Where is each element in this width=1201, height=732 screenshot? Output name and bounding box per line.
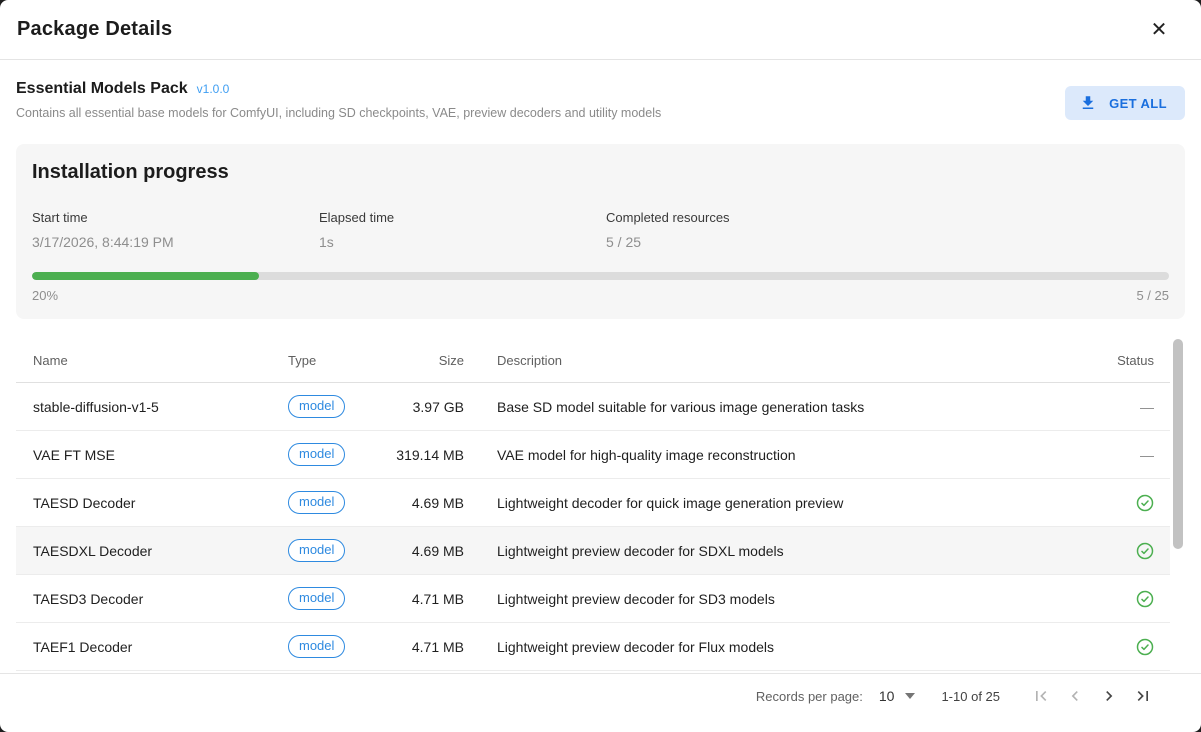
row-size: 4.69 MB <box>388 495 464 511</box>
row-size: 4.71 MB <box>388 639 464 655</box>
row-description: Lightweight preview decoder for SDXL mod… <box>464 543 1106 559</box>
status-pending-dash: — <box>1140 399 1154 415</box>
row-size: 4.71 MB <box>388 591 464 607</box>
stat-value: 3/17/2026, 8:44:19 PM <box>32 234 319 250</box>
table-row[interactable]: TAESD3 Decoder model 4.71 MB Lightweight… <box>16 575 1170 623</box>
row-size: 3.97 GB <box>388 399 464 415</box>
row-description: Lightweight preview decoder for Flux mod… <box>464 639 1106 655</box>
stat-label: Completed resources <box>606 210 893 225</box>
status-done-icon <box>1136 542 1154 560</box>
row-description: Lightweight decoder for quick image gene… <box>464 495 1106 511</box>
status-pending-dash: — <box>1140 447 1154 463</box>
resources-table: Name Type Size Description Status stable… <box>16 338 1185 673</box>
row-name: VAE FT MSE <box>16 447 288 463</box>
table-header-row: Name Type Size Description Status <box>16 338 1170 383</box>
row-description: Lightweight preview decoder for SD3 mode… <box>464 591 1106 607</box>
stat-value: 5 / 25 <box>606 234 893 250</box>
first-page-icon <box>1031 686 1051 706</box>
row-status: — <box>1106 447 1170 463</box>
row-status: — <box>1106 590 1170 608</box>
next-page-button[interactable] <box>1092 679 1126 713</box>
records-per-page-label: Records per page: <box>756 689 863 704</box>
get-all-label: GET ALL <box>1109 96 1167 111</box>
table-row[interactable]: TAEF1 Decoder model 4.71 MB Lightweight … <box>16 623 1170 671</box>
row-name: TAEF1 Decoder <box>16 639 288 655</box>
column-header-description: Description <box>464 353 1106 368</box>
type-chip: model <box>288 635 345 659</box>
package-version-badge: v1.0.0 <box>197 82 230 96</box>
row-name: TAESD3 Decoder <box>16 591 288 607</box>
type-chip: model <box>288 587 345 611</box>
row-description: VAE model for high-quality image reconst… <box>464 447 1106 463</box>
progress-bar <box>32 272 1169 280</box>
modal-header: Package Details ✕ <box>0 0 1201 60</box>
column-header-status: Status <box>1106 353 1170 368</box>
type-chip: model <box>288 443 345 467</box>
row-status: — <box>1106 494 1170 512</box>
first-page-button[interactable] <box>1024 679 1058 713</box>
row-name: TAESD Decoder <box>16 495 288 511</box>
row-size: 319.14 MB <box>388 447 464 463</box>
stat-label: Start time <box>32 210 319 225</box>
row-status: — <box>1106 399 1170 415</box>
status-done-icon <box>1136 638 1154 656</box>
progress-count-label: 5 / 25 <box>1136 288 1169 303</box>
row-size: 4.69 MB <box>388 543 464 559</box>
records-per-page-select[interactable]: 10 <box>879 688 916 704</box>
stat-label: Elapsed time <box>319 210 606 225</box>
close-icon: ✕ <box>1151 20 1168 40</box>
type-chip: model <box>288 395 345 419</box>
row-name: stable-diffusion-v1-5 <box>16 399 288 415</box>
last-page-button[interactable] <box>1126 679 1160 713</box>
progress-stats: Start time 3/17/2026, 8:44:19 PM Elapsed… <box>32 210 1169 250</box>
package-details-modal: Package Details ✕ Essential Models Pack … <box>0 0 1201 732</box>
package-name: Essential Models Pack <box>16 80 188 98</box>
progress-bar-fill <box>32 272 259 280</box>
row-name: TAESDXL Decoder <box>16 543 288 559</box>
pagination-bar: Records per page: 10 1-10 of 25 <box>0 673 1201 732</box>
chevron-down-icon <box>905 693 915 699</box>
page-range-label: 1-10 of 25 <box>941 689 1000 704</box>
download-icon <box>1079 94 1097 112</box>
package-description: Contains all essential base models for C… <box>16 106 1185 120</box>
column-header-name: Name <box>16 353 288 368</box>
chevron-right-icon <box>1099 686 1119 706</box>
chevron-left-icon <box>1065 686 1085 706</box>
table-body: stable-diffusion-v1-5 model 3.97 GB Base… <box>16 383 1170 671</box>
column-header-size: Size <box>388 353 464 368</box>
table-row[interactable]: VAE FT MSE model 319.14 MB VAE model for… <box>16 431 1170 479</box>
stat-start-time: Start time 3/17/2026, 8:44:19 PM <box>32 210 319 250</box>
installation-progress-panel: Installation progress Start time 3/17/20… <box>16 144 1185 319</box>
column-header-type: Type <box>288 353 388 368</box>
row-status: — <box>1106 542 1170 560</box>
status-done-icon <box>1136 494 1154 512</box>
table-row[interactable]: TAESD Decoder model 4.69 MB Lightweight … <box>16 479 1170 527</box>
last-page-icon <box>1133 686 1153 706</box>
row-description: Base SD model suitable for various image… <box>464 399 1106 415</box>
table-row[interactable]: stable-diffusion-v1-5 model 3.97 GB Base… <box>16 383 1170 431</box>
package-info-section: Essential Models Pack v1.0.0 Contains al… <box>0 60 1201 144</box>
vertical-scrollbar-thumb[interactable] <box>1173 339 1183 549</box>
page-size-value: 10 <box>879 688 895 704</box>
type-chip: model <box>288 539 345 563</box>
page-title: Package Details <box>17 18 172 41</box>
row-status: — <box>1106 638 1170 656</box>
previous-page-button[interactable] <box>1058 679 1092 713</box>
progress-percent-label: 20% <box>32 288 58 303</box>
stat-completed-resources: Completed resources 5 / 25 <box>606 210 893 250</box>
stat-value: 1s <box>319 234 606 250</box>
stat-elapsed-time: Elapsed time 1s <box>319 210 606 250</box>
type-chip: model <box>288 491 345 515</box>
get-all-button[interactable]: GET ALL <box>1065 86 1185 120</box>
close-button[interactable]: ✕ <box>1145 16 1173 44</box>
progress-title: Installation progress <box>32 161 1169 184</box>
status-done-icon <box>1136 590 1154 608</box>
table-row[interactable]: TAESDXL Decoder model 4.69 MB Lightweigh… <box>16 527 1170 575</box>
